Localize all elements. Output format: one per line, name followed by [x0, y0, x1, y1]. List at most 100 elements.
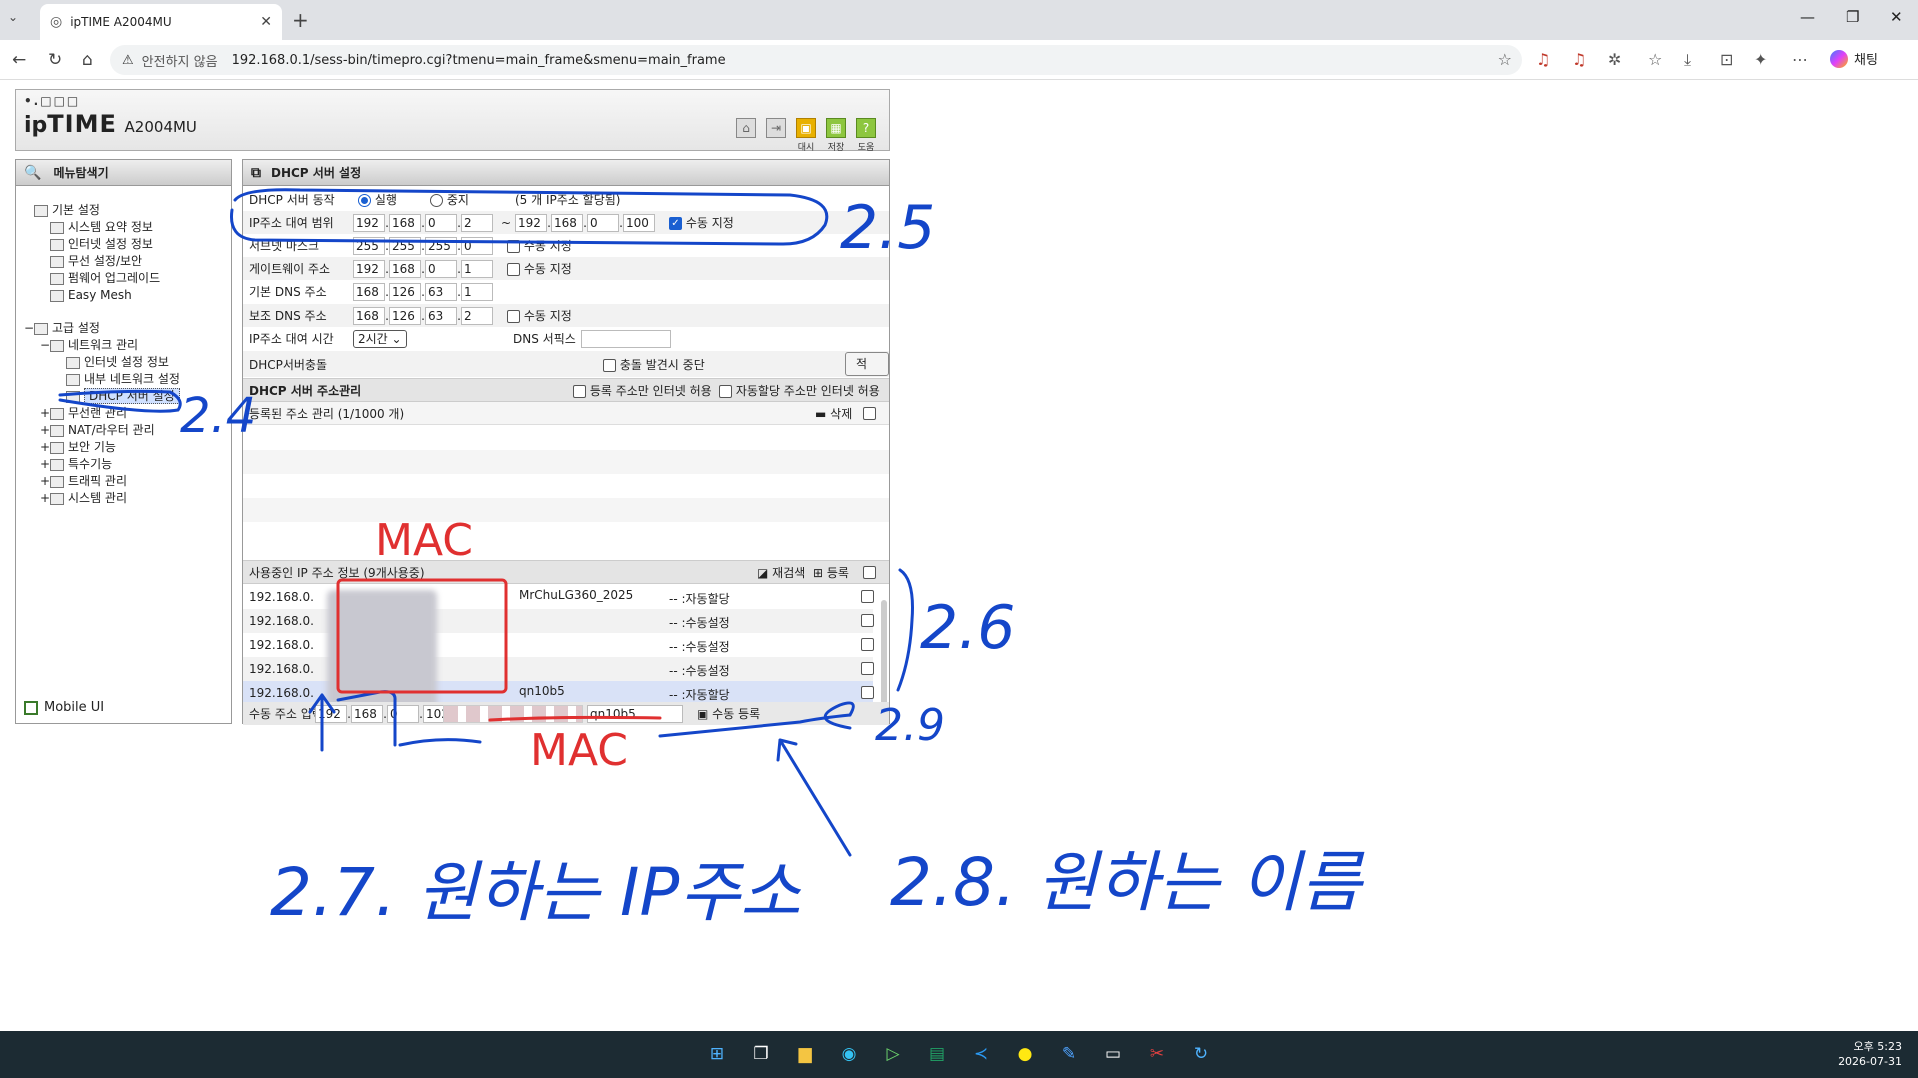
- sidebar-item[interactable]: 내부 네트워크 설정: [16, 371, 231, 388]
- lease-scrollbar[interactable]: [881, 600, 887, 710]
- subnet-manual-group[interactable]: 수동 지정: [507, 237, 572, 254]
- snipping-icon[interactable]: ✂: [1144, 1041, 1170, 1067]
- ip-octet-input[interactable]: 168: [353, 306, 385, 325]
- extension-pdf2-icon[interactable]: ♫: [1572, 50, 1586, 69]
- help-button[interactable]: ? 도움: [855, 118, 877, 153]
- sidebar-item[interactable]: − 고급 설정: [16, 320, 231, 337]
- ip-octet-input[interactable]: 100: [623, 213, 655, 232]
- sidebar-item[interactable]: 시스템 요약 정보: [16, 219, 231, 236]
- app-arrow-icon[interactable]: ▷: [880, 1041, 906, 1067]
- ip-octet-input[interactable]: 63: [425, 306, 457, 325]
- lease-checkbox[interactable]: [861, 686, 874, 699]
- sidebar-item[interactable]: + 보안 기능: [16, 439, 231, 456]
- dns2-manual-checkbox[interactable]: [507, 310, 520, 323]
- auto-only-group[interactable]: 자동할당 주소만 인터넷 허용: [719, 382, 880, 399]
- ip-octet-input[interactable]: 192: [353, 259, 385, 278]
- manual-register-button[interactable]: ▣ 수동 등록: [697, 705, 760, 722]
- tree-expander-icon[interactable]: +: [40, 405, 50, 422]
- ip-octet-input[interactable]: 192: [315, 704, 347, 723]
- tree-expander-icon[interactable]: −: [40, 337, 50, 354]
- ip-octet-input[interactable]: 168: [389, 213, 421, 232]
- range-manual-group[interactable]: ✓ 수동 지정: [669, 214, 734, 231]
- auto-only-checkbox[interactable]: [719, 384, 732, 398]
- terminal-icon[interactable]: ▭: [1100, 1041, 1126, 1067]
- ip-octet-input[interactable]: 0: [587, 213, 619, 232]
- edge-icon[interactable]: ◉: [836, 1041, 862, 1067]
- mobile-ui-link[interactable]: Mobile UI: [24, 700, 104, 715]
- subnet-manual-checkbox[interactable]: [507, 240, 520, 253]
- dns2-manual-group[interactable]: 수동 지정: [507, 307, 572, 324]
- sidebar-item[interactable]: 무선 설정/보안: [16, 253, 231, 270]
- home-button[interactable]: ⌂: [735, 118, 757, 153]
- favorite-star-icon[interactable]: ☆: [1498, 50, 1512, 69]
- new-tab-icon[interactable]: +: [292, 8, 309, 32]
- conflict-stop-group[interactable]: 충돌 발견시 중단: [603, 356, 705, 373]
- sidebar-item[interactable]: + 특수기능: [16, 456, 231, 473]
- ip-octet-input[interactable]: 0: [425, 259, 457, 278]
- sidebar-item[interactable]: 기본 설정: [16, 202, 231, 219]
- ip-octet-input[interactable]: 255: [353, 236, 385, 255]
- refresh-icon[interactable]: ↻: [48, 50, 62, 70]
- tree-expander-icon[interactable]: +: [40, 473, 50, 490]
- tree-expander-icon[interactable]: +: [40, 439, 50, 456]
- windows-start-icon[interactable]: ⊞: [704, 1041, 730, 1067]
- ip-octet-input[interactable]: 1: [461, 282, 493, 301]
- tab-list-icon[interactable]: ⌄: [8, 10, 18, 24]
- back-icon[interactable]: ←: [12, 50, 26, 70]
- ip-octet-input[interactable]: 168: [389, 259, 421, 278]
- ip-octet-input[interactable]: 0: [425, 213, 457, 232]
- url-box[interactable]: ⚠ 안전하지 않음 192.168.0.1/sess-bin/timepro.c…: [110, 45, 1522, 75]
- run-radio[interactable]: [358, 194, 371, 207]
- sidebar-item[interactable]: 인터넷 설정 정보: [16, 354, 231, 371]
- sidebar-item[interactable]: + 시스템 관리: [16, 490, 231, 507]
- sidebar-item[interactable]: − 네트워크 관리: [16, 337, 231, 354]
- ip-octet-input[interactable]: 168: [353, 282, 385, 301]
- home-icon[interactable]: ⌂: [82, 50, 93, 70]
- more-menu-icon[interactable]: ⋯: [1792, 50, 1808, 69]
- vscode-icon[interactable]: ≺: [968, 1041, 994, 1067]
- ip-octet-input[interactable]: 168: [351, 704, 383, 723]
- ip-octet-input[interactable]: 192: [515, 213, 547, 232]
- manual-mac-input[interactable]: [443, 704, 583, 723]
- rescan-action[interactable]: ◪ 재검색: [757, 564, 805, 581]
- extensions-icon[interactable]: ✲: [1608, 50, 1621, 69]
- ip-octet-input[interactable]: 0: [387, 704, 419, 723]
- kakaotalk-icon[interactable]: ●: [1012, 1041, 1038, 1067]
- register-action[interactable]: ⊞ 등록: [813, 564, 849, 581]
- save-button[interactable]: ▦ 저장: [825, 118, 847, 153]
- reg-only-checkbox[interactable]: [573, 384, 586, 398]
- lease-checkbox[interactable]: [861, 638, 874, 651]
- downloads-icon[interactable]: ⤓: [1684, 50, 1691, 70]
- taskbar-clock[interactable]: 오후 5:23 2026-07-31: [1838, 1039, 1902, 1069]
- file-explorer-icon[interactable]: ▆: [792, 1041, 818, 1067]
- apply-button[interactable]: 적용: [845, 352, 889, 393]
- close-tab-icon[interactable]: ✕: [260, 14, 272, 30]
- minimize-icon[interactable]: —: [1800, 8, 1815, 26]
- range-manual-checkbox[interactable]: ✓: [669, 217, 682, 230]
- lease-checkbox[interactable]: [861, 662, 874, 675]
- reg-only-group[interactable]: 등록 주소만 인터넷 허용: [573, 382, 712, 399]
- sync-app-icon[interactable]: ↻: [1188, 1041, 1214, 1067]
- sidebar-item[interactable]: 펌웨어 업그레이드: [16, 270, 231, 287]
- ip-octet-input[interactable]: 126: [389, 306, 421, 325]
- ip-octet-input[interactable]: 2: [461, 213, 493, 232]
- dns-suffix-input[interactable]: [581, 329, 671, 348]
- lease-checkbox[interactable]: [861, 590, 874, 603]
- gateway-manual-checkbox[interactable]: [507, 263, 520, 276]
- ip-octet-input[interactable]: 126: [389, 282, 421, 301]
- tree-expander-icon[interactable]: +: [40, 456, 50, 473]
- task-view-icon[interactable]: ❐: [748, 1041, 774, 1067]
- tree-expander-icon[interactable]: −: [24, 320, 34, 337]
- url-text[interactable]: 192.168.0.1/sess-bin/timepro.cgi?tmenu=m…: [232, 53, 726, 68]
- favorites-icon[interactable]: ☆: [1648, 50, 1662, 69]
- ip-octet-input[interactable]: 192: [353, 213, 385, 232]
- register-all-checkbox[interactable]: [863, 565, 876, 579]
- run-radio-group[interactable]: 실행: [358, 191, 397, 208]
- sidebar-item[interactable]: 인터넷 설정 정보: [16, 236, 231, 253]
- lease-checkbox[interactable]: [861, 614, 874, 627]
- delete-action[interactable]: ▬ 삭제: [815, 405, 852, 422]
- delete-all-checkbox[interactable]: [863, 406, 876, 420]
- ip-octet-input[interactable]: 168: [551, 213, 583, 232]
- gateway-manual-group[interactable]: 수동 지정: [507, 260, 572, 277]
- dashboard-button[interactable]: ▣ 대시: [795, 118, 817, 153]
